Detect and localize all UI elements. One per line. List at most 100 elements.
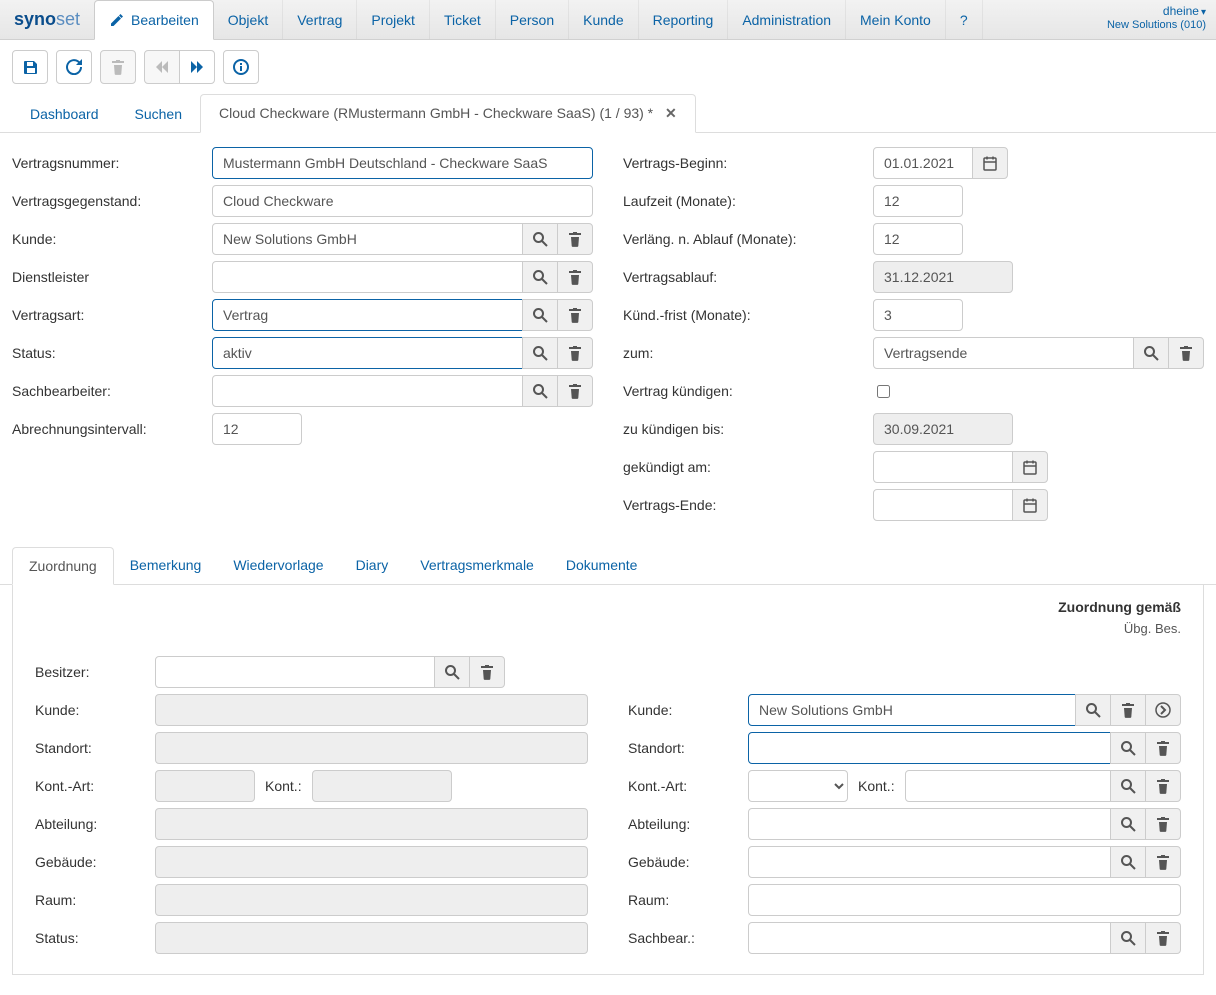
right-gebaeude-clear-button[interactable] (1145, 846, 1181, 878)
right-kunde-clear-button[interactable] (1110, 694, 1146, 726)
vertrag-kuendigen-checkbox[interactable] (877, 385, 890, 398)
sachbearbeiter-clear-button[interactable] (557, 375, 593, 407)
tab-dashboard[interactable]: Dashboard (12, 96, 117, 132)
vertrags-ende-calendar-button[interactable] (1012, 489, 1048, 521)
dienstleister-input[interactable] (212, 261, 523, 293)
right-kunde-input[interactable] (748, 694, 1076, 726)
right-standort-clear-button[interactable] (1145, 732, 1181, 764)
verlaeng-input[interactable] (873, 223, 963, 255)
nav-reporting[interactable]: Reporting (639, 0, 729, 39)
user-menu[interactable]: dheine▾ New Solutions (010) (1097, 0, 1216, 39)
vertragsart-clear-button[interactable] (557, 299, 593, 331)
right-gebaeude-search-button[interactable] (1110, 846, 1146, 878)
label-kuendfrist: Künd.-frist (Monate): (623, 307, 873, 323)
right-kunde-search-button[interactable] (1075, 694, 1111, 726)
right-sachbear-input[interactable] (748, 922, 1111, 954)
right-kont-clear-button[interactable] (1145, 770, 1181, 802)
label-left-gebaeude: Gebäude: (35, 854, 155, 870)
subtab-diary[interactable]: Diary (340, 547, 405, 584)
sachbearbeiter-search-button[interactable] (522, 375, 558, 407)
kuendfrist-input[interactable] (873, 299, 963, 331)
nav-ticket[interactable]: Ticket (430, 0, 496, 39)
subtab-dokumente[interactable]: Dokumente (550, 547, 654, 584)
vertragsart-input[interactable] (212, 299, 523, 331)
right-abteilung-clear-button[interactable] (1145, 808, 1181, 840)
subtab-zuordnung[interactable]: Zuordnung (12, 547, 114, 585)
subtab-wiedervorlage[interactable]: Wiedervorlage (217, 547, 339, 584)
right-sachbear-clear-button[interactable] (1145, 922, 1181, 954)
nav-help[interactable]: ? (946, 0, 983, 39)
right-kont-input[interactable] (905, 770, 1111, 802)
subtab-bemerkung[interactable]: Bemerkung (114, 547, 218, 584)
besitzer-input[interactable] (155, 656, 435, 688)
nav-vertrag[interactable]: Vertrag (283, 0, 357, 39)
chevron-down-icon: ▾ (1201, 7, 1206, 18)
right-kont-search-button[interactable] (1110, 770, 1146, 802)
close-icon[interactable]: ✕ (665, 105, 677, 121)
right-sachbear-search-button[interactable] (1110, 922, 1146, 954)
right-gebaeude-input[interactable] (748, 846, 1111, 878)
gekuendigt-am-calendar-button[interactable] (1012, 451, 1048, 483)
status-search-button[interactable] (522, 337, 558, 369)
tab-suchen[interactable]: Suchen (117, 96, 200, 132)
abrechnungsintervall-input[interactable] (212, 413, 302, 445)
nav-bearbeiten[interactable]: Bearbeiten (94, 0, 214, 40)
vertrags-beginn-calendar-button[interactable] (972, 147, 1008, 179)
label-left-raum: Raum: (35, 892, 155, 908)
left-raum-box (155, 884, 588, 916)
vertrags-ende-input[interactable] (873, 489, 1013, 521)
nav-mein-konto[interactable]: Mein Konto (846, 0, 946, 39)
status-input[interactable] (212, 337, 523, 369)
kunde-input[interactable] (212, 223, 523, 255)
laufzeit-input[interactable] (873, 185, 963, 217)
label-right-abteilung: Abteilung: (628, 816, 748, 832)
zum-search-button[interactable] (1133, 337, 1169, 369)
right-abteilung-input[interactable] (748, 808, 1111, 840)
right-kontart-select[interactable] (748, 770, 848, 802)
refresh-button[interactable] (56, 50, 92, 84)
besitzer-clear-button[interactable] (469, 656, 505, 688)
right-kunde-go-button[interactable] (1145, 694, 1181, 726)
vertrags-beginn-input[interactable] (873, 147, 973, 179)
label-left-kont: Kont.: (265, 778, 302, 794)
label-right-kontart: Kont.-Art: (628, 778, 748, 794)
delete-button (100, 50, 136, 84)
nav-person[interactable]: Person (496, 0, 569, 39)
subtab-vertragsmerkmale[interactable]: Vertragsmerkmale (404, 547, 550, 584)
nav-objekt[interactable]: Objekt (214, 0, 283, 39)
label-left-kunde: Kunde: (35, 702, 155, 718)
gekuendigt-am-input[interactable] (873, 451, 1013, 483)
nav-bearbeiten-label: Bearbeiten (131, 12, 199, 28)
save-button[interactable] (12, 50, 48, 84)
kunde-clear-button[interactable] (557, 223, 593, 255)
right-standort-search-button[interactable] (1110, 732, 1146, 764)
edit-icon (109, 12, 125, 28)
label-right-kont: Kont.: (858, 778, 895, 794)
label-vertrags-beginn: Vertrags-Beginn: (623, 155, 873, 171)
zum-input[interactable] (873, 337, 1134, 369)
info-button[interactable] (223, 50, 259, 84)
form-col-left: Vertragsnummer: Vertragsgegenstand: Kund… (12, 147, 593, 527)
zum-clear-button[interactable] (1168, 337, 1204, 369)
label-right-raum: Raum: (628, 892, 748, 908)
tab-current[interactable]: Cloud Checkware (RMustermann GmbH - Chec… (200, 94, 696, 133)
dienstleister-clear-button[interactable] (557, 261, 593, 293)
label-vertrag-kuendigen: Vertrag kündigen: (623, 383, 873, 399)
status-clear-button[interactable] (557, 337, 593, 369)
label-left-status: Status: (35, 930, 155, 946)
next-button[interactable] (179, 50, 215, 84)
zu-kuendigen-bis-input (873, 413, 1013, 445)
right-standort-input[interactable] (748, 732, 1111, 764)
vertragsgegenstand-input[interactable] (212, 185, 593, 217)
right-abteilung-search-button[interactable] (1110, 808, 1146, 840)
vertragsnummer-input[interactable] (212, 147, 593, 179)
nav-administration[interactable]: Administration (728, 0, 846, 39)
besitzer-search-button[interactable] (434, 656, 470, 688)
kunde-search-button[interactable] (522, 223, 558, 255)
sachbearbeiter-input[interactable] (212, 375, 523, 407)
right-raum-input[interactable] (748, 884, 1181, 916)
nav-kunde[interactable]: Kunde (569, 0, 638, 39)
dienstleister-search-button[interactable] (522, 261, 558, 293)
nav-projekt[interactable]: Projekt (357, 0, 430, 39)
vertragsart-search-button[interactable] (522, 299, 558, 331)
